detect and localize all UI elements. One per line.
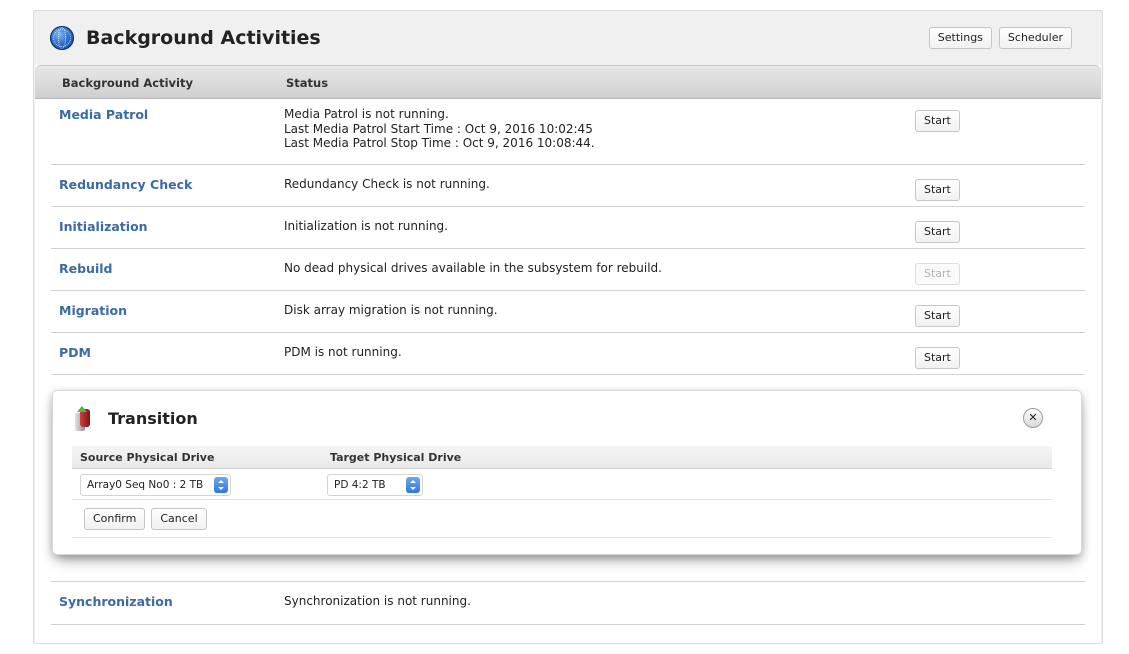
start-button-initialization[interactable]: Start [915, 221, 960, 243]
activity-link-synchronization[interactable]: Synchronization [59, 594, 173, 609]
activities-table: Background Activity Status Media Patrol … [35, 65, 1101, 643]
background-activities-page: Background Activities Settings Scheduler… [33, 10, 1103, 644]
table-row-pdm: PDM PDM is not running. Start [51, 333, 1085, 375]
table-row-migration: Migration Disk array migration is not ru… [51, 291, 1085, 333]
column-header-status: Status [286, 76, 329, 90]
start-button-pdm[interactable]: Start [915, 347, 960, 369]
activity-link-migration[interactable]: Migration [59, 303, 127, 318]
dialog-actions: Confirm Cancel [84, 508, 207, 530]
target-drive-value: PD 4:2 TB [334, 479, 386, 491]
activity-link-pdm[interactable]: PDM [59, 345, 91, 360]
transition-table-header: Source Physical Drive Target Physical Dr… [72, 446, 1052, 469]
start-button-redundancy-check[interactable]: Start [915, 179, 960, 201]
dialog-divider [72, 499, 1052, 500]
settings-button[interactable]: Settings [928, 27, 992, 49]
target-drive-select[interactable]: PD 4:2 TB [327, 474, 423, 496]
table-row-initialization: Initialization Initialization is not run… [51, 207, 1085, 249]
dialog-divider [72, 537, 1052, 538]
globe-icon [50, 26, 74, 50]
start-button-media-patrol[interactable]: Start [915, 110, 960, 132]
start-button-migration[interactable]: Start [915, 305, 960, 327]
status-text: Synchronization is not running. [284, 594, 471, 608]
table-row-media-patrol: Media Patrol Media Patrol is not running… [51, 98, 1085, 165]
select-stepper-icon [406, 477, 420, 493]
scheduler-button[interactable]: Scheduler [998, 27, 1072, 49]
status-text: Redundancy Check is not running. [284, 177, 490, 191]
activity-link-rebuild[interactable]: Rebuild [59, 261, 112, 276]
start-button-rebuild: Start [915, 263, 960, 285]
cancel-button[interactable]: Cancel [151, 508, 207, 530]
activity-link-redundancy-check[interactable]: Redundancy Check [59, 177, 192, 192]
table-row-rebuild: Rebuild No dead physical drives availabl… [51, 249, 1085, 291]
table-row-redundancy-check: Redundancy Check Redundancy Check is not… [51, 165, 1085, 207]
activity-link-media-patrol[interactable]: Media Patrol [59, 107, 148, 122]
status-text: Media Patrol is not running. Last Media … [284, 107, 595, 150]
column-header-target: Target Physical Drive [330, 451, 462, 464]
page-header: Background Activities [50, 23, 321, 53]
status-text: Initialization is not running. [284, 219, 448, 233]
source-drive-select[interactable]: Array0 Seq No0 : 2 TB [80, 474, 231, 496]
confirm-button[interactable]: Confirm [84, 508, 146, 530]
status-text: No dead physical drives available in the… [284, 261, 662, 275]
header-actions: Settings Scheduler [928, 27, 1072, 49]
column-header-source: Source Physical Drive [80, 451, 215, 464]
status-text: Disk array migration is not running. [284, 303, 498, 317]
drive-transition-icon [75, 406, 90, 431]
source-drive-value: Array0 Seq No0 : 2 TB [87, 479, 204, 491]
activity-link-initialization[interactable]: Initialization [59, 219, 148, 234]
transition-dialog: Transition ✕ Source Physical Drive Targe… [53, 391, 1081, 554]
table-header: Background Activity Status [35, 65, 1101, 99]
dialog-title: Transition [108, 409, 198, 428]
table-row-synchronization: Synchronization Synchronization is not r… [51, 581, 1085, 625]
close-icon[interactable]: ✕ [1023, 408, 1043, 428]
page-title: Background Activities [86, 27, 321, 49]
select-stepper-icon [214, 477, 228, 493]
column-header-activity: Background Activity [62, 76, 193, 90]
status-text: PDM is not running. [284, 345, 402, 359]
